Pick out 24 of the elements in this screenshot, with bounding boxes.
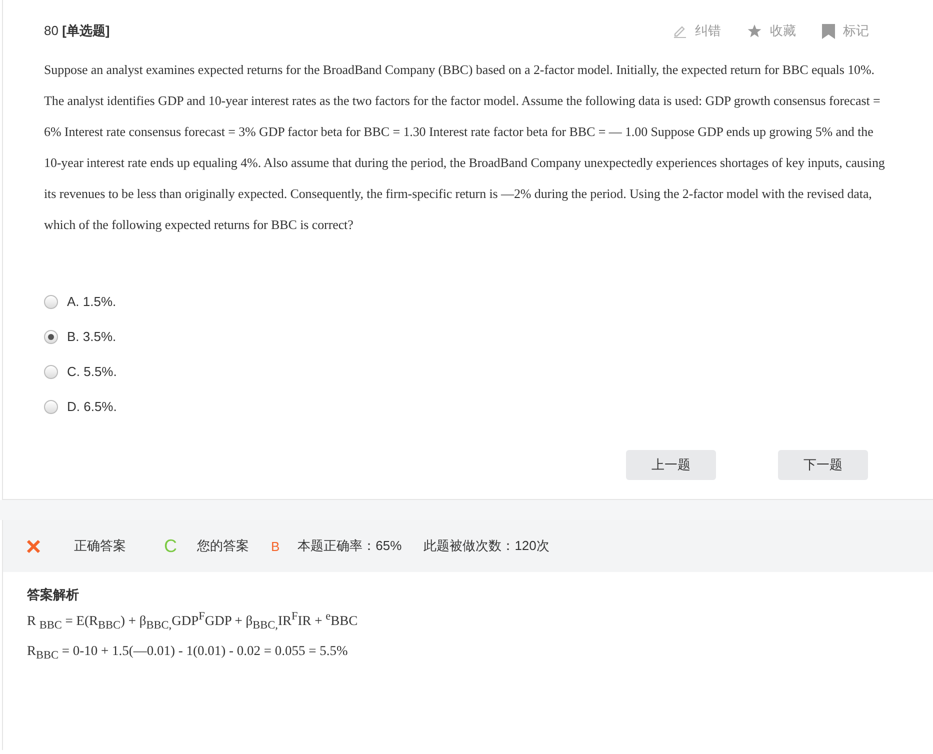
nav-button[interactable]: 上一题: [626, 450, 716, 480]
bookmark-icon: [822, 24, 835, 38]
radio-button[interactable]: [44, 364, 58, 378]
option-label[interactable]: B. 3.5%.: [67, 329, 116, 344]
pencil-icon: [673, 24, 687, 38]
radio-button[interactable]: [44, 400, 58, 414]
correct-answer-label: 正确答案: [74, 537, 126, 555]
option-label[interactable]: D. 6.5%.: [67, 399, 117, 414]
radio-button[interactable]: [44, 294, 58, 308]
question-number: 80 [单选题]: [44, 22, 110, 40]
option-label[interactable]: C. 5.5%.: [67, 364, 117, 379]
your-answer-label: 您的答案: [197, 537, 249, 555]
correct-answer: C: [164, 536, 177, 556]
star-icon: [747, 24, 762, 38]
question-text: Suppose an analyst examines expected returns for the BroadBand Company (BBC) based on a 2-factor model. Initially, the expected return for BBC equals 10%. The analyst identifies GDP and 10-year interest rates as the two factors for the factor model. Assume the following data is used: GDP growth consensus forecast = 6% Interest rate consensus forecast = 3% GDP factor beta for BBC = 1.30 Interest rate factor beta for BBC = — 1.00 Suppose GDP ends up growing 5% and the 10-year interest rate ends up equaling 4%. Also assume that during the period, the BroadBand Company unexpectedly experiences shortages of key inputs, causing its revenues to be less than originally expected. Consequently, the firm-specific return is —2% during the period. Using the 2-factor model with the revised data, which of the following expected returns for BBC is correct?: [44, 61, 886, 234]
nav-button[interactable]: 下一题: [778, 450, 868, 480]
formula-line: R$_{BBC}$ = 0-10 + 1.5(—0.01) - 1(0.01) - 0.02 = 0.055 = 5.5%: [27, 643, 349, 662]
your-answer: B: [271, 538, 280, 554]
radio-button[interactable]: [44, 330, 58, 344]
attempts-text: 此题被做次数：120次: [424, 537, 550, 555]
accuracy-text: 本题正确率：65%: [298, 537, 402, 555]
explanation-title: 答案解析: [27, 586, 80, 604]
formula-line: R $_{BBC}$ = E(R$_{BBC}$) + β$_{BBC,}$GDP$^{F}$GDP + β$_{BBC,}$IR$^{F}$IR + $^{e}$BBC: [27, 610, 359, 632]
option-label[interactable]: A. 1.5%.: [67, 294, 116, 309]
